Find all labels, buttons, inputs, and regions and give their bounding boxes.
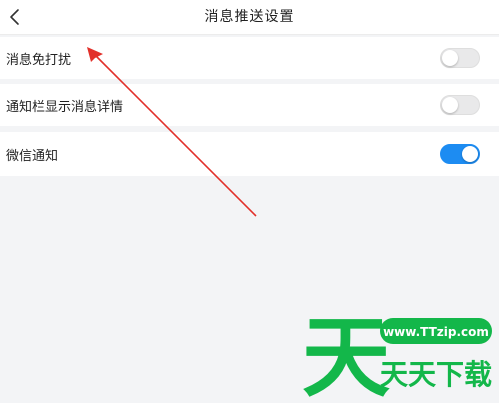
- wechat-notification-toggle[interactable]: [440, 144, 480, 164]
- toggle-knob: [442, 97, 458, 113]
- page-title: 消息推送设置: [204, 9, 295, 25]
- setting-label: 微信通知: [6, 148, 59, 164]
- toggle-knob: [462, 146, 478, 162]
- navigation-bar: 消息推送设置: [0, 0, 499, 35]
- setting-row-notification-details: 通知栏显示消息详情: [0, 84, 499, 126]
- watermark-brand: 天天下载: [380, 358, 492, 391]
- do-not-disturb-toggle[interactable]: [440, 48, 480, 68]
- setting-row-wechat-notification: 微信通知: [0, 132, 499, 176]
- watermark-site: www.TTzip.com: [383, 325, 489, 339]
- notification-details-toggle[interactable]: [440, 95, 480, 115]
- watermark-site-badge: [380, 318, 492, 344]
- watermark-big-char: 天: [302, 306, 390, 403]
- setting-label: 消息免打扰: [6, 52, 72, 68]
- setting-row-do-not-disturb: 消息免打扰: [0, 37, 499, 79]
- toggle-knob: [442, 50, 458, 66]
- setting-label: 通知栏显示消息详情: [6, 99, 124, 115]
